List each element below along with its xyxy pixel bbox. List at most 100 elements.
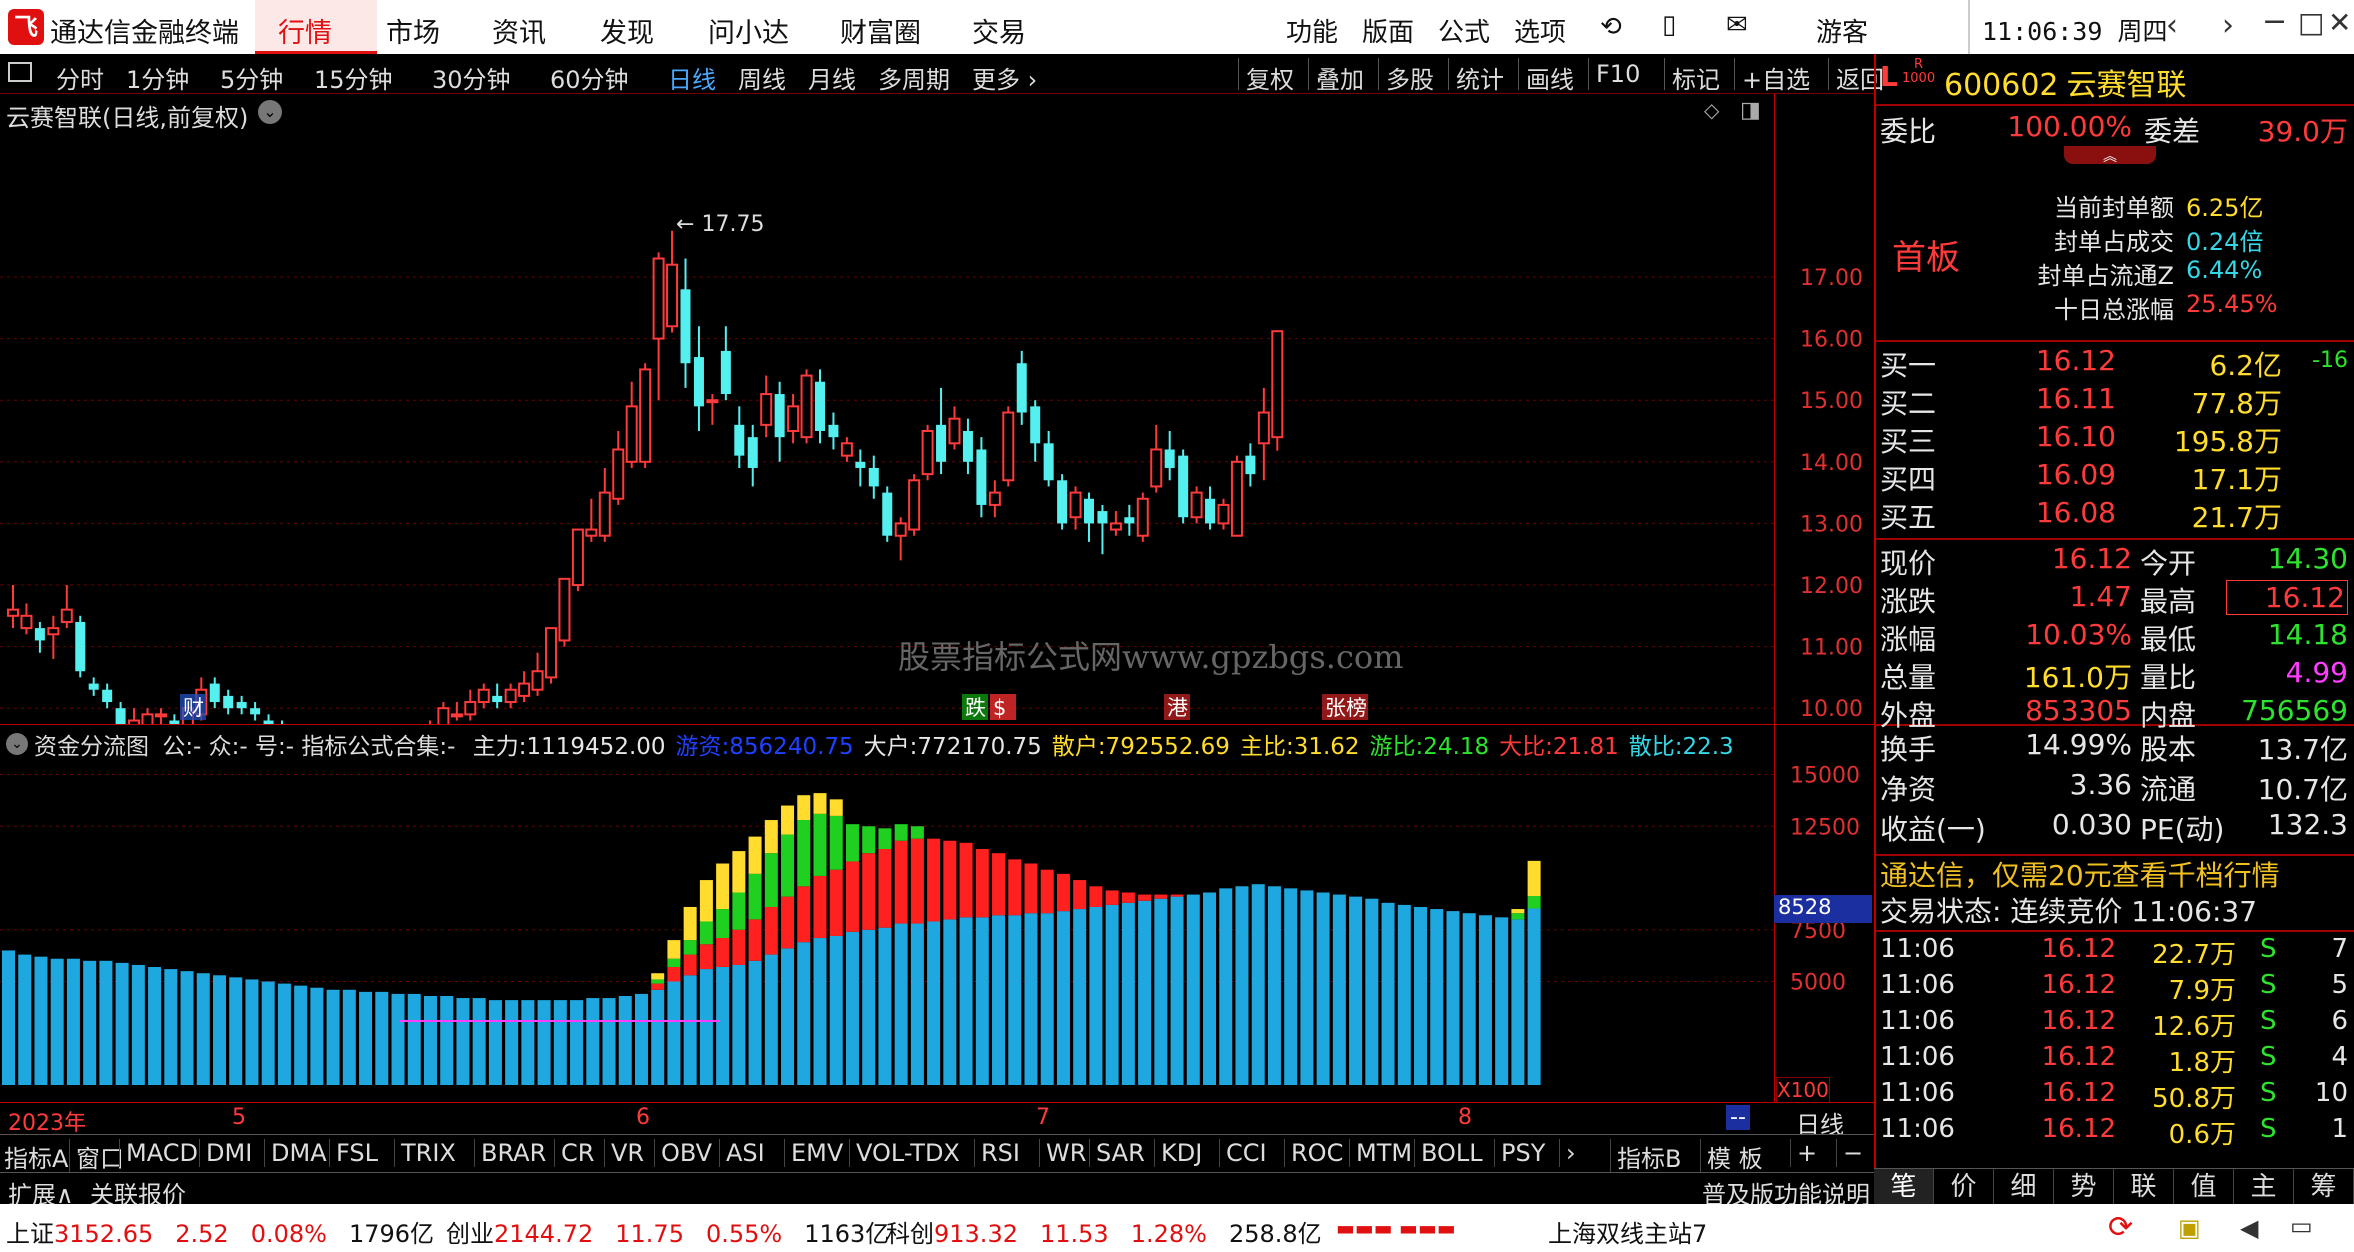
- market-breadth-icon: ▬▬▬ ▬▬▬: [1336, 1216, 1456, 1240]
- indicator-tab-1[interactable]: 窗口: [69, 1139, 124, 1174]
- period-5[interactable]: 60分钟: [550, 60, 629, 95]
- panel-tab-4[interactable]: 联: [2114, 1169, 2174, 1205]
- indicator-tab-17[interactable]: KDJ: [1154, 1139, 1202, 1167]
- maximize-icon[interactable]: □: [2298, 6, 2324, 39]
- indicator-tab-19[interactable]: ROC: [1284, 1139, 1343, 1167]
- period-0[interactable]: 分时: [56, 60, 104, 95]
- indicator-tab-12[interactable]: EMV: [784, 1139, 843, 1167]
- indicator-tab-3[interactable]: DMI: [199, 1139, 252, 1167]
- panel-tab-6[interactable]: 主: [2234, 1169, 2294, 1205]
- panel-tab-7[interactable]: 筹: [2294, 1169, 2354, 1205]
- minimize-icon[interactable]: −: [2262, 4, 2287, 39]
- event-tag[interactable]: 张榜: [1325, 696, 1367, 720]
- menu-news[interactable]: 资讯: [492, 11, 546, 50]
- indicator-tab-4[interactable]: DMA: [264, 1139, 327, 1167]
- fund-flow-bar-segment: [1462, 913, 1476, 1085]
- menu-options[interactable]: 选项: [1514, 12, 1566, 49]
- fund-label2-1: 流通: [2140, 773, 2197, 806]
- menu-formula[interactable]: 公式: [1438, 12, 1490, 49]
- panel-tab-5[interactable]: 值: [2174, 1169, 2234, 1205]
- indicator-tab-5[interactable]: FSL: [329, 1139, 378, 1167]
- indicator-tab-11[interactable]: ASI: [719, 1139, 765, 1167]
- menu-discover[interactable]: 发现: [600, 11, 654, 50]
- indicator-panel[interactable]: ⌄ 资金分流图 公:- 众:- 号:- 指标公式合集:- 主力:1119452.…: [0, 724, 1874, 1103]
- menu-ask[interactable]: 问小达: [708, 11, 789, 50]
- price-tick-label: 13.00: [1800, 512, 1863, 537]
- indicator-tab-24[interactable]: 指标B: [1610, 1139, 1681, 1174]
- index-quote-0[interactable]: 上证3152.65 2.52 0.08% 1796亿: [6, 1214, 434, 1249]
- indicator-tab-15[interactable]: WR: [1039, 1139, 1086, 1167]
- user-label[interactable]: 游客: [1816, 12, 1868, 49]
- close-icon[interactable]: ✕: [2328, 6, 2351, 39]
- index-quote-1[interactable]: 创业2144.72 11.75 0.55% 1163亿: [446, 1214, 889, 1249]
- kline-chart[interactable]: 云赛智联(日线,前复权) ⌄ ◇ ◨ 17.00 16.00 15.00 14.00 1…: [0, 94, 1874, 724]
- period-1[interactable]: 1分钟: [126, 60, 189, 95]
- index-quote-2[interactable]: 科创913.32 11.53 1.28% 258.8亿: [886, 1214, 1322, 1249]
- event-tag[interactable]: 跌: [965, 696, 986, 720]
- collapse-toggle-icon[interactable]: ︽: [2064, 146, 2156, 165]
- indicator-tab-25[interactable]: 模 板: [1700, 1139, 1763, 1174]
- toolbar-action-7[interactable]: +自选: [1742, 60, 1810, 95]
- sound-icon[interactable]: ◀: [2240, 1214, 2258, 1242]
- period-10[interactable]: 更多 ›: [972, 60, 1037, 95]
- panel-tab-0[interactable]: 笔: [1874, 1169, 1934, 1205]
- back-arrow-icon[interactable]: ‹: [2166, 8, 2178, 43]
- indicator-tab-6[interactable]: TRIX: [394, 1139, 456, 1167]
- indicator-tab-14[interactable]: RSI: [974, 1139, 1020, 1167]
- indicator-tab-13[interactable]: VOL-TDX: [849, 1139, 960, 1167]
- panel-tab-2[interactable]: 细: [1994, 1169, 2054, 1205]
- indicator-tab-9[interactable]: VR: [604, 1139, 644, 1167]
- period-6[interactable]: 日线: [668, 60, 716, 95]
- sync-icon[interactable]: ⟳: [2108, 1210, 2133, 1245]
- event-tag[interactable]: 港: [1167, 696, 1188, 720]
- mail-icon[interactable]: ✉: [1726, 10, 1748, 40]
- menu-function[interactable]: 功能: [1286, 12, 1338, 49]
- indicator-tab-8[interactable]: CR: [554, 1139, 594, 1167]
- fund-value2-1: 10.7亿: [2257, 773, 2348, 806]
- period-8[interactable]: 月线: [808, 60, 856, 95]
- monitor-icon[interactable]: ▭: [2290, 1212, 2313, 1240]
- toolbar-action-6[interactable]: 标记: [1672, 60, 1720, 95]
- panel-tab-3[interactable]: 势: [2054, 1169, 2114, 1205]
- indicator-tab-0[interactable]: 指标A: [4, 1139, 68, 1174]
- server-label[interactable]: 上海双线主站7: [1548, 1214, 1707, 1249]
- toolbar-action-5[interactable]: F10: [1596, 60, 1640, 88]
- indicator-tab-10[interactable]: OBV: [654, 1139, 712, 1167]
- fund-flow-bar-segment: [1170, 894, 1184, 897]
- fund-flow-bar-segment: [845, 931, 859, 1085]
- forward-arrow-icon[interactable]: ›: [2222, 8, 2234, 43]
- period-4[interactable]: 30分钟: [432, 60, 511, 95]
- toolbar-action-3[interactable]: 统计: [1456, 60, 1504, 95]
- indicator-tab-21[interactable]: BOLL: [1414, 1139, 1483, 1167]
- panel-tab-1[interactable]: 价: [1934, 1169, 1994, 1205]
- indicator-tab-27[interactable]: −: [1836, 1139, 1863, 1167]
- promo-text[interactable]: 通达信，仅需20元查看千档行情: [1880, 854, 2280, 894]
- menu-layout[interactable]: 版面: [1362, 12, 1414, 49]
- toolbar-action-4[interactable]: 画线: [1526, 60, 1574, 95]
- period-3[interactable]: 15分钟: [314, 60, 393, 95]
- toolbar-action-1[interactable]: 叠加: [1316, 60, 1364, 95]
- panel-toggle-icon[interactable]: [8, 62, 32, 82]
- indicator-tab-2[interactable]: MACD: [119, 1139, 198, 1167]
- period-9[interactable]: 多周期: [878, 60, 950, 95]
- event-tag[interactable]: $: [993, 696, 1006, 720]
- phone-icon[interactable]: ▯: [1662, 10, 1676, 40]
- toolbar-action-0[interactable]: 复权: [1246, 60, 1294, 95]
- menu-trade[interactable]: 交易: [972, 11, 1026, 50]
- indicator-tab-23[interactable]: ›: [1559, 1139, 1576, 1167]
- indicator-tab-20[interactable]: MTM: [1349, 1139, 1412, 1167]
- fund-flow-bar-segment: [910, 923, 924, 1085]
- event-tag[interactable]: 财: [183, 696, 204, 720]
- indicator-tab-18[interactable]: CCI: [1219, 1139, 1267, 1167]
- period-7[interactable]: 周线: [738, 60, 786, 95]
- period-2[interactable]: 5分钟: [220, 60, 283, 95]
- indicator-tab-26[interactable]: +: [1790, 1139, 1817, 1167]
- indicator-tab-16[interactable]: SAR: [1089, 1139, 1145, 1167]
- indicator-tab-7[interactable]: BRAR: [474, 1139, 546, 1167]
- menu-quotes[interactable]: 行情: [278, 11, 332, 50]
- toolbar-action-2[interactable]: 多股: [1386, 60, 1434, 95]
- refresh-icon[interactable]: ⟲: [1600, 12, 1622, 42]
- menu-wealth[interactable]: 财富圈: [840, 11, 921, 50]
- menu-market[interactable]: 市场: [386, 11, 440, 50]
- indicator-tab-22[interactable]: PSY: [1494, 1139, 1545, 1167]
